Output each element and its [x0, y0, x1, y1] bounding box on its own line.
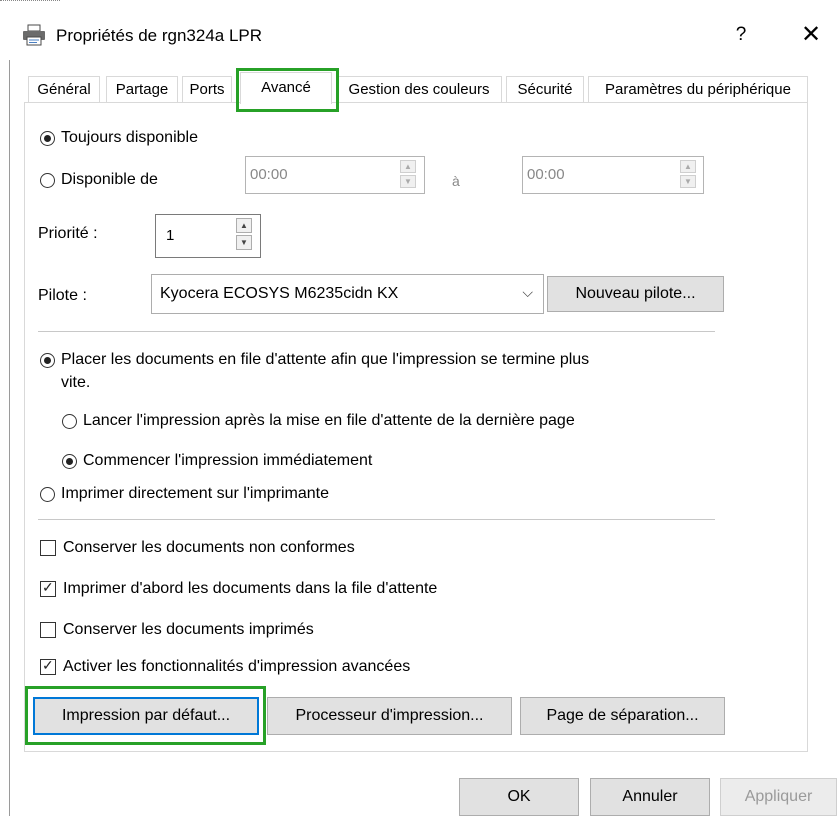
apply-button[interactable]: Appliquer: [720, 778, 837, 816]
print-directly-label: Imprimer directement sur l'imprimante: [61, 485, 330, 502]
separator-page-button[interactable]: Page de séparation...: [520, 697, 725, 735]
start-immediately-label: Commencer l'impression immédiatement: [83, 452, 373, 469]
print-spooled-first-label: Imprimer d'abord les documents dans la f…: [63, 580, 438, 597]
always-available-label: Toujours disponible: [61, 129, 198, 146]
available-from-radio[interactable]: [40, 173, 55, 188]
start-after-last-page-radio[interactable]: [62, 414, 77, 429]
from-time-value: 00:00: [250, 166, 288, 183]
from-time-field[interactable]: 00:00: [245, 156, 425, 194]
to-time-field[interactable]: 00:00: [522, 156, 704, 194]
tab-sharing[interactable]: Partage: [106, 76, 178, 102]
from-time-down-icon[interactable]: ▼: [400, 175, 416, 188]
start-immediately-radio[interactable]: [62, 454, 77, 469]
advanced-features-checkbox[interactable]: ✓: [40, 657, 56, 675]
spool-radio[interactable]: [40, 353, 55, 368]
tab-color-management[interactable]: Gestion des couleurs: [336, 76, 502, 102]
new-driver-button[interactable]: Nouveau pilote...: [547, 276, 724, 312]
printing-defaults-button[interactable]: Impression par défaut...: [33, 697, 259, 735]
top-edge-artifact: [0, 0, 60, 5]
printer-icon: [22, 24, 46, 46]
always-available-radio[interactable]: [40, 131, 55, 146]
tab-general[interactable]: Général: [28, 76, 100, 102]
checkmark-icon: ✓: [42, 579, 54, 595]
available-from-label: Disponible de: [61, 171, 158, 188]
separator-top: [38, 331, 715, 332]
advanced-features-label: Activer les fonctionnalités d'impression…: [63, 658, 411, 675]
spool-label: Placer les documents en file d'attente a…: [61, 351, 590, 368]
start-after-last-page-label: Lancer l'impression après la mise en fil…: [83, 412, 575, 429]
driver-select[interactable]: Kyocera ECOSYS M6235cidn KX ⌵: [151, 274, 544, 314]
driver-select-value: Kyocera ECOSYS M6235cidn KX: [160, 285, 399, 302]
tab-ports[interactable]: Ports: [182, 76, 232, 102]
window-title: Propriétés de rgn324a LPR: [56, 26, 263, 45]
tab-security[interactable]: Sécurité: [506, 76, 584, 102]
print-directly-radio[interactable]: [40, 487, 55, 502]
hold-mismatched-label: Conserver les documents non conformes: [63, 539, 355, 556]
window-left-border: [9, 60, 10, 816]
priority-value: 1: [166, 227, 175, 244]
priority-down-icon[interactable]: ▼: [236, 235, 252, 250]
tab-advanced[interactable]: Avancé: [240, 72, 332, 104]
separator-bottom: [38, 519, 715, 520]
to-time-down-icon[interactable]: ▼: [680, 175, 696, 188]
print-processor-button[interactable]: Processeur d'impression...: [267, 697, 512, 735]
help-button[interactable]: ?: [726, 20, 756, 50]
close-button[interactable]: ✕: [796, 20, 826, 50]
to-time-up-icon[interactable]: ▲: [680, 160, 696, 173]
priority-up-icon[interactable]: ▲: [236, 218, 252, 233]
driver-label: Pilote :: [38, 287, 87, 304]
keep-printed-label: Conserver les documents imprimés: [63, 621, 314, 638]
tab-device-settings[interactable]: Paramètres du périphérique: [588, 76, 808, 102]
checkmark-icon: ✓: [42, 657, 54, 673]
spool-label-line2: vite.: [61, 374, 91, 391]
chevron-down-icon: ⌵: [522, 284, 533, 300]
print-spooled-first-checkbox[interactable]: ✓: [40, 579, 56, 597]
to-label: à: [452, 173, 460, 189]
to-time-value: 00:00: [527, 166, 565, 183]
priority-label: Priorité :: [38, 225, 98, 242]
cancel-button[interactable]: Annuler: [590, 778, 710, 816]
ok-button[interactable]: OK: [459, 778, 579, 816]
hold-mismatched-checkbox[interactable]: [40, 540, 56, 556]
from-time-up-icon[interactable]: ▲: [400, 160, 416, 173]
keep-printed-checkbox[interactable]: [40, 622, 56, 638]
